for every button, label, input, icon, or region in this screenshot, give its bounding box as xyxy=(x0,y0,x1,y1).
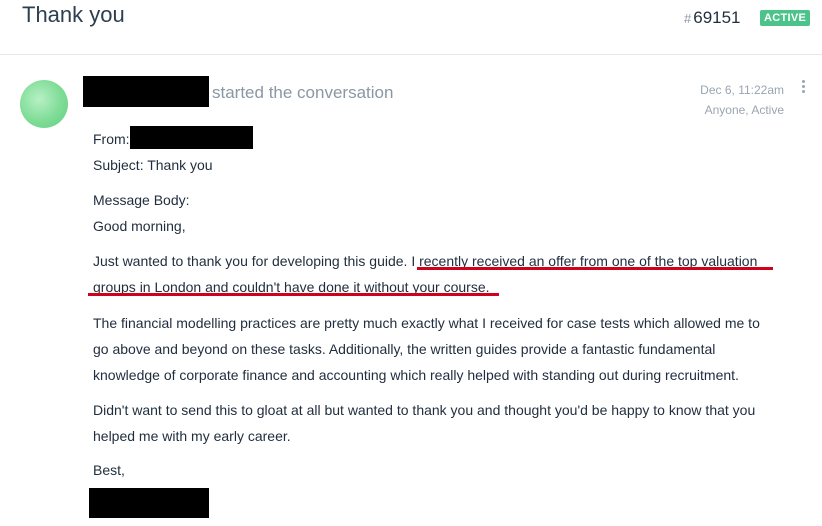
highlight-underline-1 xyxy=(417,267,773,270)
redacted-from-address xyxy=(130,126,253,149)
paragraph-3-line-2: helped me with my early career. xyxy=(93,428,291,444)
closing-text: Best, xyxy=(93,462,125,478)
ticket-number: 69151 xyxy=(693,8,741,27)
ticket-header: Thank you #69151 ACTIVE xyxy=(0,0,822,55)
ticket-id: #69151 xyxy=(684,8,741,28)
highlight-underline-2 xyxy=(88,293,499,296)
redacted-sender-name xyxy=(83,76,209,107)
paragraph-3-line-1: Didn't want to send this to gloat at all… xyxy=(93,402,756,418)
subject-line: Subject: Thank you xyxy=(93,157,213,173)
status-badge: ACTIVE xyxy=(760,10,811,26)
from-label: From: xyxy=(93,131,130,147)
page-title: Thank you xyxy=(22,2,125,27)
message-timestamp: Dec 6, 11:22am xyxy=(700,83,784,97)
paragraph-2-line-3: knowledge of corporate finance and accou… xyxy=(93,367,739,383)
ticket-hash: # xyxy=(684,11,692,26)
message-visibility: Anyone, Active xyxy=(704,103,784,117)
more-options-icon[interactable] xyxy=(800,80,806,96)
paragraph-2-line-1: The financial modelling practices are pr… xyxy=(93,315,760,331)
paragraph-2-line-2: go above and beyond on these tasks. Addi… xyxy=(93,341,716,357)
avatar xyxy=(20,80,68,128)
message-body-label: Message Body: xyxy=(93,192,190,208)
p1-line1-start: Just wanted to thank you for developing … xyxy=(93,253,408,269)
conversation-started-text: started the conversation xyxy=(212,83,394,102)
greeting-text: Good morning, xyxy=(93,218,186,234)
redacted-signature xyxy=(89,488,209,518)
